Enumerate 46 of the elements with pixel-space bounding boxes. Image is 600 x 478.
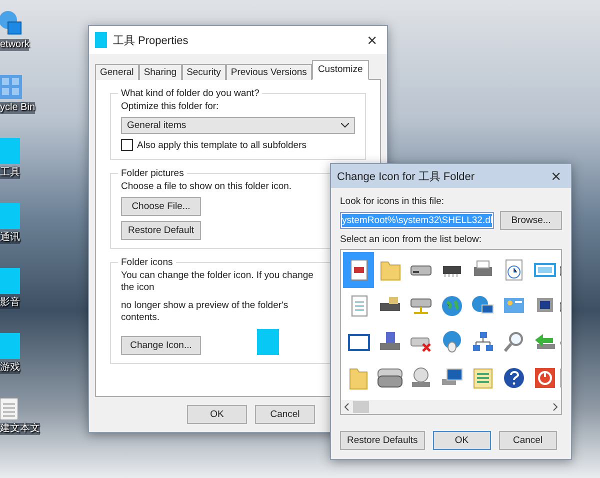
field-label: Look for icons in this file: xyxy=(340,196,444,207)
group-heading: Folder icons xyxy=(120,257,174,268)
folder-icon xyxy=(0,138,20,164)
desktop-icon-label[interactable]: ycle Bin xyxy=(0,102,36,114)
tab[interactable]: Customize xyxy=(312,60,369,80)
text-file-icon xyxy=(0,398,18,420)
close-button[interactable]: × xyxy=(363,32,381,48)
group-heading: Folder pictures xyxy=(120,168,185,179)
tab[interactable]: General xyxy=(95,64,139,80)
checkbox-label: Also apply this template to all subfolders xyxy=(137,140,307,150)
network-icon xyxy=(0,10,22,36)
action-button[interactable]: Choose File... xyxy=(121,197,201,216)
scrollbar-thumb[interactable] xyxy=(353,401,369,413)
chevron-down-icon xyxy=(341,123,349,128)
group-heading: What kind of folder do you want? xyxy=(120,88,260,99)
dialog-button[interactable]: OK xyxy=(432,431,491,450)
dialog-button[interactable]: Cancel xyxy=(498,431,557,450)
scrollbar[interactable] xyxy=(341,400,561,414)
dialog-button[interactable]: Restore Defaults xyxy=(340,431,425,450)
chevron-left-icon[interactable] xyxy=(344,403,349,411)
chevron-right-icon[interactable] xyxy=(553,403,558,411)
tab[interactable]: Security xyxy=(182,64,226,80)
folder-icon xyxy=(0,268,20,294)
icon-cell[interactable] xyxy=(343,252,374,288)
checkbox[interactable] xyxy=(121,139,133,151)
folder-icon xyxy=(0,203,20,229)
description-text: Choose a file to show on this folder icon. xyxy=(121,181,292,192)
recycle-bin-icon xyxy=(0,75,22,99)
field-label: Select an icon from the list below: xyxy=(340,234,482,245)
change-icon-button[interactable]: Change Icon... xyxy=(121,336,201,356)
tab[interactable]: Sharing xyxy=(138,64,182,80)
close-button[interactable]: × xyxy=(547,168,565,184)
dialog-button[interactable]: Cancel xyxy=(255,405,315,424)
folder-icon xyxy=(257,329,279,356)
folder-icon xyxy=(95,32,107,48)
dropdown[interactable]: General items xyxy=(121,117,355,134)
description-text: no longer show a preview of the folder's contents. xyxy=(121,300,290,324)
tab[interactable]: Previous Versions xyxy=(226,64,312,80)
field-label: Optimize this folder for: xyxy=(121,101,219,112)
description-text: You can change the folder icon. If you change the icon xyxy=(121,270,314,295)
browse-button[interactable]: Browse... xyxy=(500,211,562,230)
dialog-button[interactable]: OK xyxy=(187,405,247,424)
window-title: Change Icon for 工具 Folder xyxy=(337,170,476,184)
folder-icon xyxy=(0,333,20,359)
window-title: 工具 Properties xyxy=(113,34,190,48)
action-button[interactable]: Restore Default xyxy=(121,221,202,240)
